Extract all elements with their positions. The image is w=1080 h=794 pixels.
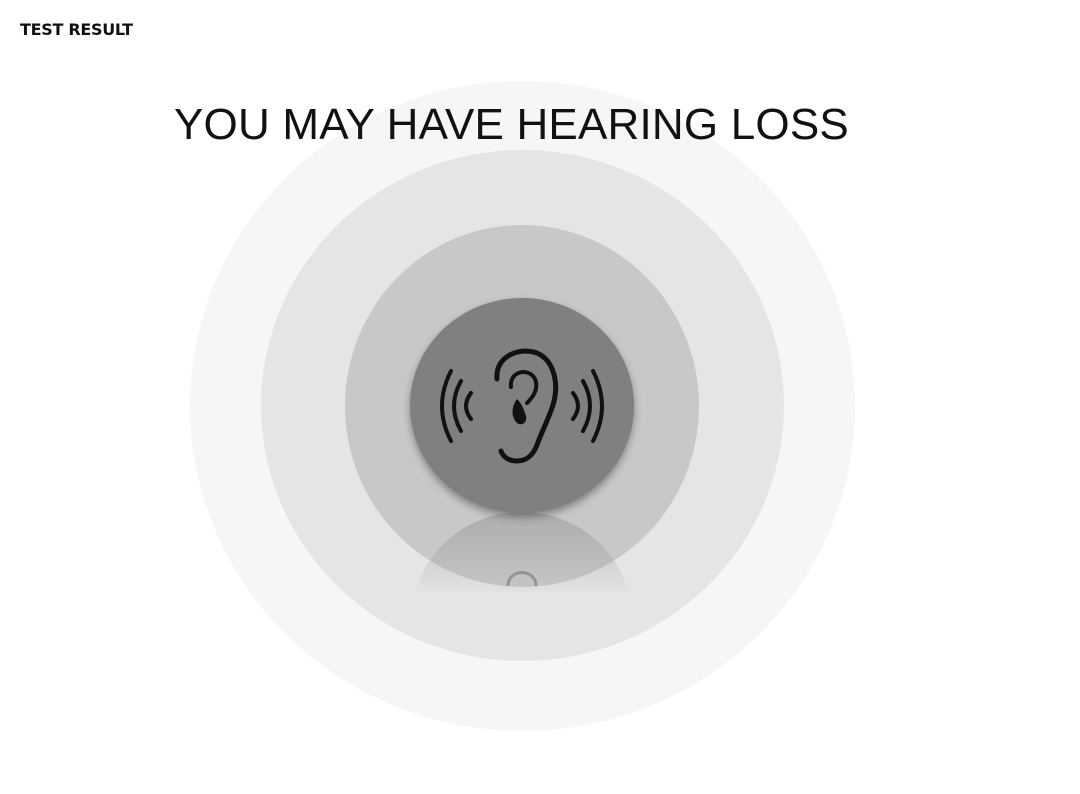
ear-canal-icon xyxy=(512,398,527,424)
test-result-page: TEST RESULT YOU MAY HAVE HEARING LOSS xyxy=(0,0,1080,794)
right-wave-inner-icon xyxy=(571,390,580,421)
left-wave-outer-icon xyxy=(440,368,453,443)
ear-inner-curve-icon xyxy=(508,369,539,405)
left-wave-middle-icon xyxy=(452,378,463,433)
right-wave-outer-icon xyxy=(591,368,604,443)
page-label: TEST RESULT xyxy=(20,20,133,39)
ear-icon xyxy=(440,348,604,464)
result-title: YOU MAY HAVE HEARING LOSS xyxy=(174,100,849,149)
left-wave-inner-icon xyxy=(464,390,473,421)
right-wave-middle-icon xyxy=(581,378,592,433)
ear-outline-icon xyxy=(494,348,559,464)
ear-icon-disc xyxy=(410,298,634,513)
